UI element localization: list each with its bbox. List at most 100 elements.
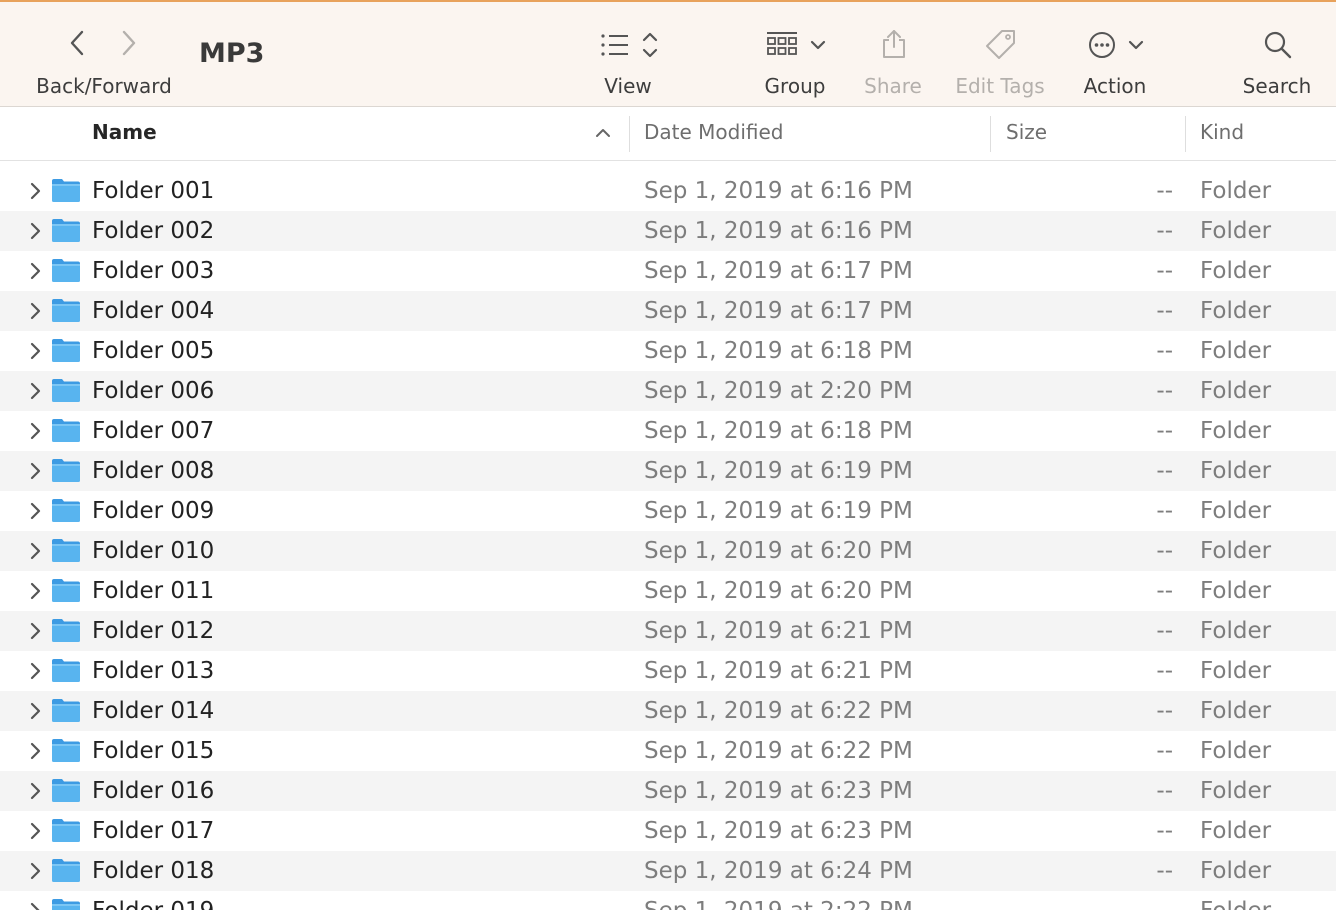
row-size: -- xyxy=(1156,178,1173,204)
tag-icon xyxy=(986,30,1015,59)
disclosure-chevron-icon[interactable] xyxy=(27,421,43,441)
disclosure-chevron-icon[interactable] xyxy=(27,701,43,721)
back-forward-group: Back/Forward xyxy=(0,2,200,106)
disclosure-chevron-icon[interactable] xyxy=(27,381,43,401)
disclosure-chevron-icon[interactable] xyxy=(27,501,43,521)
row-name: Folder 019 xyxy=(92,898,214,910)
table-row[interactable]: Folder 015 Sep 1, 2019 at 6:22 PM -- Folder xyxy=(0,731,1336,771)
row-size: -- xyxy=(1156,578,1173,604)
row-name: Folder 014 xyxy=(92,698,215,724)
column-header-size[interactable]: Size xyxy=(1006,120,1047,144)
row-size: -- xyxy=(1156,378,1173,404)
table-row[interactable]: Folder 007 Sep 1, 2019 at 6:18 PM -- Folder xyxy=(0,411,1336,451)
forward-chevron-icon[interactable] xyxy=(116,28,140,58)
column-divider[interactable] xyxy=(629,116,630,152)
folder-icon xyxy=(52,699,80,722)
disclosure-chevron-icon[interactable] xyxy=(27,741,43,761)
table-row[interactable]: Folder 001 Sep 1, 2019 at 6:16 PM -- Folder xyxy=(0,171,1336,211)
row-kind: Folder xyxy=(1200,178,1272,204)
row-size: -- xyxy=(1156,298,1173,324)
row-name: Folder 007 xyxy=(92,418,215,444)
column-header-name[interactable]: Name xyxy=(92,120,157,144)
row-date-modified: Sep 1, 2019 at 6:18 PM xyxy=(644,338,913,364)
row-size: -- xyxy=(1156,418,1173,444)
disclosure-chevron-icon[interactable] xyxy=(27,781,43,801)
row-size: -- xyxy=(1156,698,1173,724)
table-row[interactable]: Folder 006 Sep 1, 2019 at 2:20 PM -- Folder xyxy=(0,371,1336,411)
disclosure-chevron-icon[interactable] xyxy=(27,181,43,201)
table-row[interactable]: Folder 002 Sep 1, 2019 at 6:16 PM -- Folder xyxy=(0,211,1336,251)
table-row[interactable]: Folder 016 Sep 1, 2019 at 6:23 PM -- Folder xyxy=(0,771,1336,811)
disclosure-chevron-icon[interactable] xyxy=(27,261,43,281)
table-row[interactable]: Folder 004 Sep 1, 2019 at 6:17 PM -- Folder xyxy=(0,291,1336,331)
column-divider[interactable] xyxy=(990,116,991,152)
row-name: Folder 016 xyxy=(92,778,215,804)
row-kind: Folder xyxy=(1200,298,1272,324)
folder-icon xyxy=(52,659,80,682)
row-name: Folder 018 xyxy=(92,858,215,884)
row-name: Folder 010 xyxy=(92,538,215,564)
table-row[interactable]: Folder 013 Sep 1, 2019 at 6:21 PM -- Folder xyxy=(0,651,1336,691)
disclosure-chevron-icon[interactable] xyxy=(27,461,43,481)
row-date-modified: Sep 1, 2019 at 6:23 PM xyxy=(644,818,913,844)
table-row[interactable]: Folder 019 Sep 1, 2019 at 2:22 PM -- Folder xyxy=(0,891,1336,910)
table-row[interactable]: Folder 011 Sep 1, 2019 at 6:20 PM -- Folder xyxy=(0,571,1336,611)
row-name: Folder 017 xyxy=(92,818,215,844)
column-header-kind[interactable]: Kind xyxy=(1200,120,1244,144)
table-row[interactable]: Folder 003 Sep 1, 2019 at 6:17 PM -- Folder xyxy=(0,251,1336,291)
row-date-modified: Sep 1, 2019 at 6:22 PM xyxy=(644,698,913,724)
row-name: Folder 004 xyxy=(92,298,215,324)
row-kind: Folder xyxy=(1200,578,1272,604)
table-row[interactable]: Folder 014 Sep 1, 2019 at 6:22 PM -- Folder xyxy=(0,691,1336,731)
row-date-modified: Sep 1, 2019 at 6:23 PM xyxy=(644,778,913,804)
folder-icon xyxy=(52,859,80,882)
disclosure-chevron-icon[interactable] xyxy=(27,541,43,561)
disclosure-chevron-icon[interactable] xyxy=(27,221,43,241)
disclosure-chevron-icon[interactable] xyxy=(27,861,43,881)
list-view-icon xyxy=(601,34,628,56)
disclosure-chevron-icon[interactable] xyxy=(27,821,43,841)
disclosure-chevron-icon[interactable] xyxy=(27,301,43,321)
row-size: -- xyxy=(1156,778,1173,804)
row-kind: Folder xyxy=(1200,418,1272,444)
folder-icon xyxy=(52,739,80,762)
table-row[interactable]: Folder 018 Sep 1, 2019 at 6:24 PM -- Folder xyxy=(0,851,1336,891)
row-name: Folder 002 xyxy=(92,218,215,244)
column-header-date-modified[interactable]: Date Modified xyxy=(644,120,784,144)
disclosure-chevron-icon[interactable] xyxy=(27,661,43,681)
disclosure-chevron-icon[interactable] xyxy=(27,621,43,641)
table-row[interactable]: Folder 008 Sep 1, 2019 at 6:19 PM -- Folder xyxy=(0,451,1336,491)
row-date-modified: Sep 1, 2019 at 6:21 PM xyxy=(644,658,913,684)
back-chevron-icon[interactable] xyxy=(66,28,90,58)
table-row[interactable]: Folder 005 Sep 1, 2019 at 6:18 PM -- Folder xyxy=(0,331,1336,371)
row-size: -- xyxy=(1156,218,1173,244)
group-grid-icon xyxy=(767,32,797,55)
disclosure-chevron-icon[interactable] xyxy=(27,581,43,601)
folder-icon xyxy=(52,539,80,562)
disclosure-chevron-icon[interactable] xyxy=(27,901,43,910)
table-row[interactable]: Folder 010 Sep 1, 2019 at 6:20 PM -- Folder xyxy=(0,531,1336,571)
back-forward-label: Back/Forward xyxy=(36,74,172,98)
row-date-modified: Sep 1, 2019 at 2:20 PM xyxy=(644,378,913,404)
search-label: Search xyxy=(1242,74,1312,98)
sort-ascending-chevron-icon[interactable] xyxy=(594,126,612,140)
row-date-modified: Sep 1, 2019 at 6:17 PM xyxy=(644,298,913,324)
row-kind: Folder xyxy=(1200,858,1272,884)
column-header-bar: Name Date Modified Size Kind xyxy=(0,107,1336,161)
up-down-chevron-icon xyxy=(642,32,658,58)
row-size: -- xyxy=(1156,498,1173,524)
folder-icon xyxy=(52,419,80,442)
disclosure-chevron-icon[interactable] xyxy=(27,341,43,361)
table-row[interactable]: Folder 009 Sep 1, 2019 at 6:19 PM -- Folder xyxy=(0,491,1336,531)
folder-icon xyxy=(52,459,80,482)
column-divider[interactable] xyxy=(1185,116,1186,152)
finder-window: Back/Forward MP3 View Group Share Edit T… xyxy=(0,0,1336,910)
row-date-modified: Sep 1, 2019 at 6:18 PM xyxy=(644,418,913,444)
row-date-modified: Sep 1, 2019 at 6:16 PM xyxy=(644,218,913,244)
row-date-modified: Sep 1, 2019 at 2:22 PM xyxy=(644,898,913,910)
row-kind: Folder xyxy=(1200,218,1272,244)
table-row[interactable]: Folder 017 Sep 1, 2019 at 6:23 PM -- Folder xyxy=(0,811,1336,851)
table-row[interactable]: Folder 012 Sep 1, 2019 at 6:21 PM -- Folder xyxy=(0,611,1336,651)
row-kind: Folder xyxy=(1200,338,1272,364)
folder-icon xyxy=(52,339,80,362)
